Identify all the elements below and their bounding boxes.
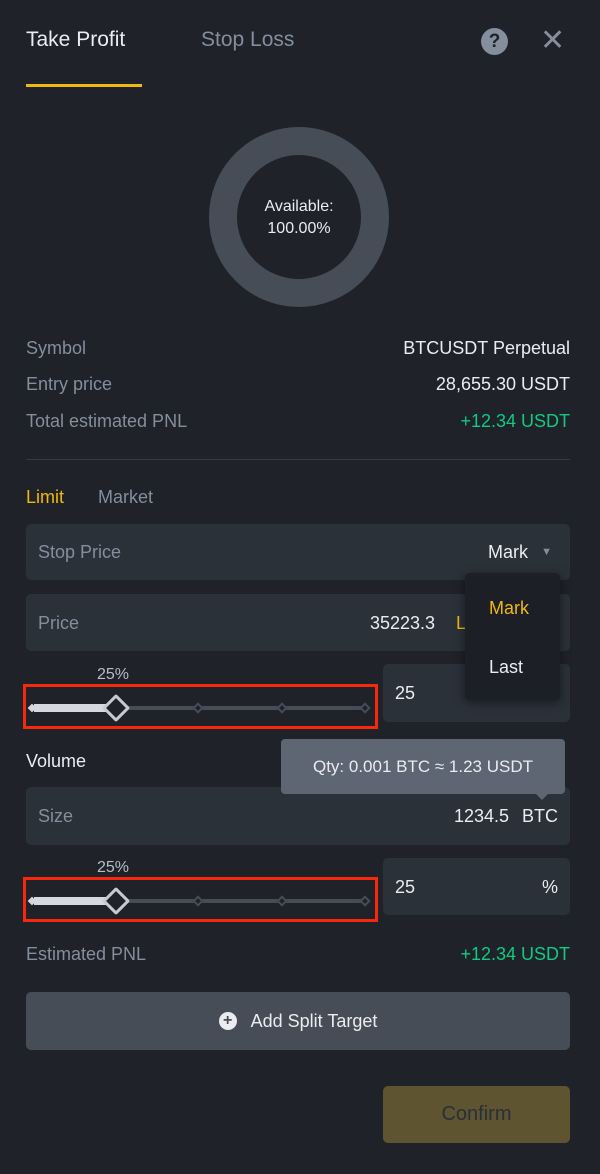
trigger-dropdown: Mark Last xyxy=(465,573,560,700)
tab-limit[interactable]: Limit xyxy=(26,487,64,508)
slider-percent-label: 25% xyxy=(97,666,130,683)
slider-step-75[interactable] xyxy=(276,895,288,907)
plus-circle-icon: + xyxy=(218,1012,237,1030)
entry-price-label: Entry price xyxy=(26,374,113,394)
size-label: Size xyxy=(38,806,74,826)
tooltip-text: Qty: 0.001 BTC ≈ 1.23 USDT xyxy=(312,757,534,776)
total-pnl-label: Total estimated PNL xyxy=(26,411,188,431)
qty-tooltip: Qty: 0.001 BTC ≈ 1.23 USDT xyxy=(281,739,565,800)
trigger-select[interactable]: Mark xyxy=(488,542,528,563)
slider-step-50[interactable] xyxy=(192,895,204,907)
tab-take-profit[interactable]: Take Profit xyxy=(26,28,125,52)
slider-thumb[interactable] xyxy=(101,693,131,723)
tooltip-arrow xyxy=(536,794,548,800)
symbol-value: BTCUSDT Perpetual xyxy=(403,338,570,358)
slider-step-50[interactable] xyxy=(192,702,204,714)
donut-label-text: Available: xyxy=(264,198,334,215)
caret-down-icon[interactable]: ▼ xyxy=(541,546,552,558)
volume-slider[interactable] xyxy=(23,877,378,922)
slider-thumb[interactable] xyxy=(101,886,131,916)
question-circle-icon[interactable]: ? xyxy=(481,28,508,55)
dropdown-option-mark[interactable]: Mark xyxy=(489,598,529,619)
slider-step-100[interactable] xyxy=(359,702,371,714)
price-value[interactable]: 35223.3 xyxy=(370,613,435,634)
entry-price-value: 28,655.30 USDT xyxy=(435,374,570,394)
price-slider[interactable] xyxy=(23,684,378,729)
slider-step-100[interactable] xyxy=(359,895,371,907)
volume-percent-input[interactable]: 25 % xyxy=(383,858,570,915)
slider-step-75[interactable] xyxy=(276,702,288,714)
tab-market[interactable]: Market xyxy=(98,487,153,508)
close-icon[interactable]: ✕ xyxy=(540,24,565,58)
stop-price-field[interactable]: Stop Price Mark ▼ xyxy=(26,524,570,580)
estimated-pnl-value: +12.34 USDT xyxy=(460,944,570,964)
donut-label: Available: 100.00% xyxy=(209,196,389,240)
stop-price-label: Stop Price xyxy=(38,542,122,562)
percent-value[interactable]: 25 xyxy=(395,877,415,898)
percent-value[interactable]: 25 xyxy=(395,683,415,704)
confirm-button[interactable]: Confirm xyxy=(383,1086,570,1143)
dropdown-option-last[interactable]: Last xyxy=(489,657,523,678)
donut-value: 100.00% xyxy=(267,220,331,237)
size-unit: BTC xyxy=(522,806,558,826)
size-field[interactable]: Size 1234.5 BTC xyxy=(26,787,570,845)
tab-stop-loss[interactable]: Stop Loss xyxy=(201,28,294,52)
slider-fill xyxy=(34,897,110,905)
add-split-target-button[interactable]: + Add Split Target xyxy=(26,992,570,1050)
add-split-label: Add Split Target xyxy=(250,1010,378,1031)
slider-percent-label: 25% xyxy=(97,859,130,876)
volume-label: Volume xyxy=(26,751,87,771)
estimated-pnl-label: Estimated PNL xyxy=(26,944,147,964)
slider-fill xyxy=(34,704,110,712)
total-pnl-value: +12.34 USDT xyxy=(460,411,570,431)
price-label: Price xyxy=(38,613,80,633)
divider xyxy=(26,459,570,460)
symbol-label: Symbol xyxy=(26,338,87,358)
active-tab-indicator xyxy=(26,84,142,87)
size-value[interactable]: 1234.5 xyxy=(454,806,509,827)
percent-unit: % xyxy=(541,877,558,897)
